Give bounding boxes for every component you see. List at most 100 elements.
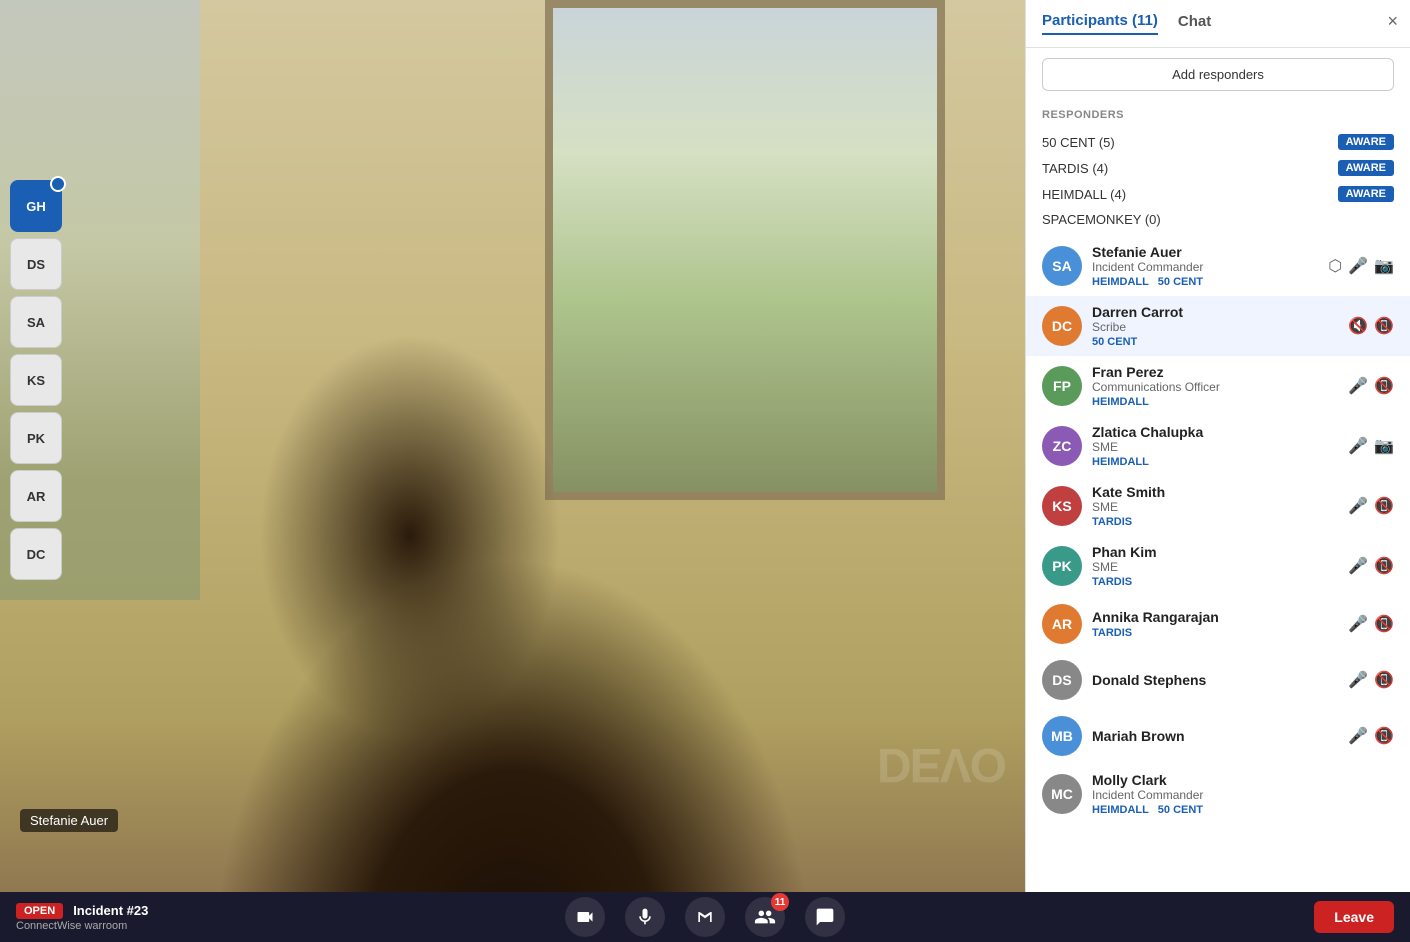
participant-avatar: ZC [1042, 426, 1082, 466]
mic-button[interactable] [625, 897, 665, 937]
responder-group-tardis[interactable]: TARDIS (4) AWARE [1042, 155, 1394, 181]
participant-zlatica-chalupka[interactable]: ZC Zlatica Chalupka SME HEIMDALL 🎤 📷 [1026, 416, 1410, 476]
participant-mariah-brown[interactable]: MB Mariah Brown 🎤 📵 [1026, 708, 1410, 764]
participant-tags: HEIMDALL 50 CENT [1092, 276, 1318, 288]
responder-group-heimdall[interactable]: HEIMDALL (4) AWARE [1042, 181, 1394, 207]
participants-button[interactable]: 11 [745, 897, 785, 937]
mic-icon[interactable]: 🎤 [1348, 496, 1368, 516]
add-responders-button[interactable]: Add responders [1042, 58, 1394, 91]
responder-group-spacemonkey[interactable]: SPACEMONKEY (0) [1042, 207, 1394, 232]
participant-avatar: KS [1042, 486, 1082, 526]
participant-info: Fran Perez Communications Officer HEIMDA… [1092, 364, 1338, 408]
avatar-gh[interactable]: GH [10, 180, 62, 232]
responders-section: RESPONDERS 50 CENT (5) AWARE TARDIS (4) … [1026, 101, 1410, 232]
participant-kate-smith[interactable]: KS Kate Smith SME TARDIS 🎤 📵 [1026, 476, 1410, 536]
participant-controls: 🎤 📵 [1348, 670, 1394, 690]
participant-name: Mariah Brown [1092, 728, 1338, 744]
avatar-dc[interactable]: DC [10, 528, 62, 580]
mic-icon[interactable]: 🎤 [1348, 726, 1368, 746]
participant-avatar: AR [1042, 604, 1082, 644]
avatar-ar[interactable]: AR [10, 470, 62, 522]
aware-badge-50cent: AWARE [1338, 134, 1394, 150]
participant-tags: HEIMDALL [1092, 456, 1338, 468]
mic-icon[interactable]: 🎤 [1348, 256, 1368, 276]
participant-avatar: MC [1042, 774, 1082, 814]
participant-name: Stefanie Auer [1092, 244, 1318, 260]
participant-stefanie-auer[interactable]: SA Stefanie Auer Incident Commander HEIM… [1026, 236, 1410, 296]
participant-annika-rangarajan[interactable]: AR Annika Rangarajan TARDIS 🎤 📵 [1026, 596, 1410, 652]
participant-role: SME [1092, 440, 1338, 454]
cam-muted-icon[interactable]: 📵 [1374, 496, 1394, 516]
participant-info: Annika Rangarajan TARDIS [1092, 609, 1338, 639]
mic-muted-icon[interactable]: 🔇 [1348, 316, 1368, 336]
incident-subtitle: ConnectWise warroom [16, 920, 148, 932]
leave-button[interactable]: Leave [1314, 901, 1394, 933]
responders-section-label: RESPONDERS [1042, 109, 1394, 121]
mic-icon[interactable]: 🎤 [1348, 670, 1368, 690]
avatar-ds[interactable]: DS [10, 238, 62, 290]
mic-icon[interactable]: 🎤 [1348, 436, 1368, 456]
participant-controls: 🎤 📵 [1348, 614, 1394, 634]
participant-info: Molly Clark Incident Commander HEIMDALL … [1092, 772, 1384, 816]
participant-tags: TARDIS [1092, 516, 1338, 528]
cam-muted-icon[interactable]: 📵 [1374, 726, 1394, 746]
avatar-sa[interactable]: SA [10, 296, 62, 348]
participant-fran-perez[interactable]: FP Fran Perez Communications Officer HEI… [1026, 356, 1410, 416]
participant-controls: 🎤 📷 [1348, 436, 1394, 456]
cam-muted-icon[interactable]: 📵 [1374, 670, 1394, 690]
camera-button[interactable] [565, 897, 605, 937]
participant-tags: TARDIS [1092, 627, 1338, 639]
mic-icon[interactable]: 🎤 [1348, 614, 1368, 634]
avatar-badge [50, 176, 66, 192]
participant-controls: 🔇 📵 [1348, 316, 1394, 336]
participant-name: Donald Stephens [1092, 672, 1338, 688]
bottom-bar: OPEN Incident #23 ConnectWise warroom 11 [0, 892, 1410, 942]
incident-title: Incident #23 [73, 903, 148, 918]
share-icon[interactable]: ⬡ [1328, 256, 1342, 276]
cam-muted-icon[interactable]: 📵 [1374, 376, 1394, 396]
tab-participants[interactable]: Participants (11) [1042, 12, 1158, 35]
participant-phan-kim[interactable]: PK Phan Kim SME TARDIS 🎤 📵 [1026, 536, 1410, 596]
participant-donald-stephens[interactable]: DS Donald Stephens 🎤 📵 [1026, 652, 1410, 708]
cam-muted-icon[interactable]: 📵 [1374, 556, 1394, 576]
participant-avatar: SA [1042, 246, 1082, 286]
tab-chat[interactable]: Chat [1178, 13, 1211, 34]
avatar-ks[interactable]: KS [10, 354, 62, 406]
participant-tags: HEIMDALL 50 CENT [1092, 804, 1384, 816]
participant-role: Incident Commander [1092, 260, 1318, 274]
right-panel: Participants (11) Chat × Add responders … [1025, 0, 1410, 892]
sidebar-avatar-list: GH DS SA KS PK AR DC [10, 180, 62, 580]
panel-header: Participants (11) Chat × [1026, 0, 1410, 48]
participant-name: Darren Carrot [1092, 304, 1338, 320]
participant-darren-carrot[interactable]: DC Darren Carrot Scribe 50 CENT 🔇 📵 [1026, 296, 1410, 356]
participant-info: Darren Carrot Scribe 50 CENT [1092, 304, 1338, 348]
chat-button[interactable] [805, 897, 845, 937]
mic-icon[interactable]: 🎤 [1348, 376, 1368, 396]
watermark: DEVO [877, 737, 1005, 792]
responder-group-name: TARDIS (4) [1042, 161, 1108, 176]
participant-avatar: DC [1042, 306, 1082, 346]
participant-controls: 🎤 📵 [1348, 726, 1394, 746]
participant-molly-clark[interactable]: MC Molly Clark Incident Commander HEIMDA… [1026, 764, 1410, 824]
cam-icon[interactable]: 📷 [1374, 256, 1394, 276]
cam-icon[interactable]: 📷 [1374, 436, 1394, 456]
cam-muted-icon[interactable]: 📵 [1374, 316, 1394, 336]
share-button[interactable] [685, 897, 725, 937]
participant-tags: HEIMDALL [1092, 396, 1338, 408]
participant-name: Fran Perez [1092, 364, 1338, 380]
cam-muted-icon[interactable]: 📵 [1374, 614, 1394, 634]
close-button[interactable]: × [1387, 12, 1398, 30]
mic-icon[interactable]: 🎤 [1348, 556, 1368, 576]
participant-name: Annika Rangarajan [1092, 609, 1338, 625]
participant-tags: 50 CENT [1092, 336, 1338, 348]
responder-group-50cent[interactable]: 50 CENT (5) AWARE [1042, 129, 1394, 155]
responder-group-name: HEIMDALL (4) [1042, 187, 1126, 202]
participant-role: Incident Commander [1092, 788, 1384, 802]
avatar-pk[interactable]: PK [10, 412, 62, 464]
participant-avatar: DS [1042, 660, 1082, 700]
participant-info: Donald Stephens [1092, 672, 1338, 688]
participant-avatar: PK [1042, 546, 1082, 586]
aware-badge-tardis: AWARE [1338, 160, 1394, 176]
participant-role: SME [1092, 560, 1338, 574]
participant-controls: ⬡ 🎤 📷 [1328, 256, 1394, 276]
